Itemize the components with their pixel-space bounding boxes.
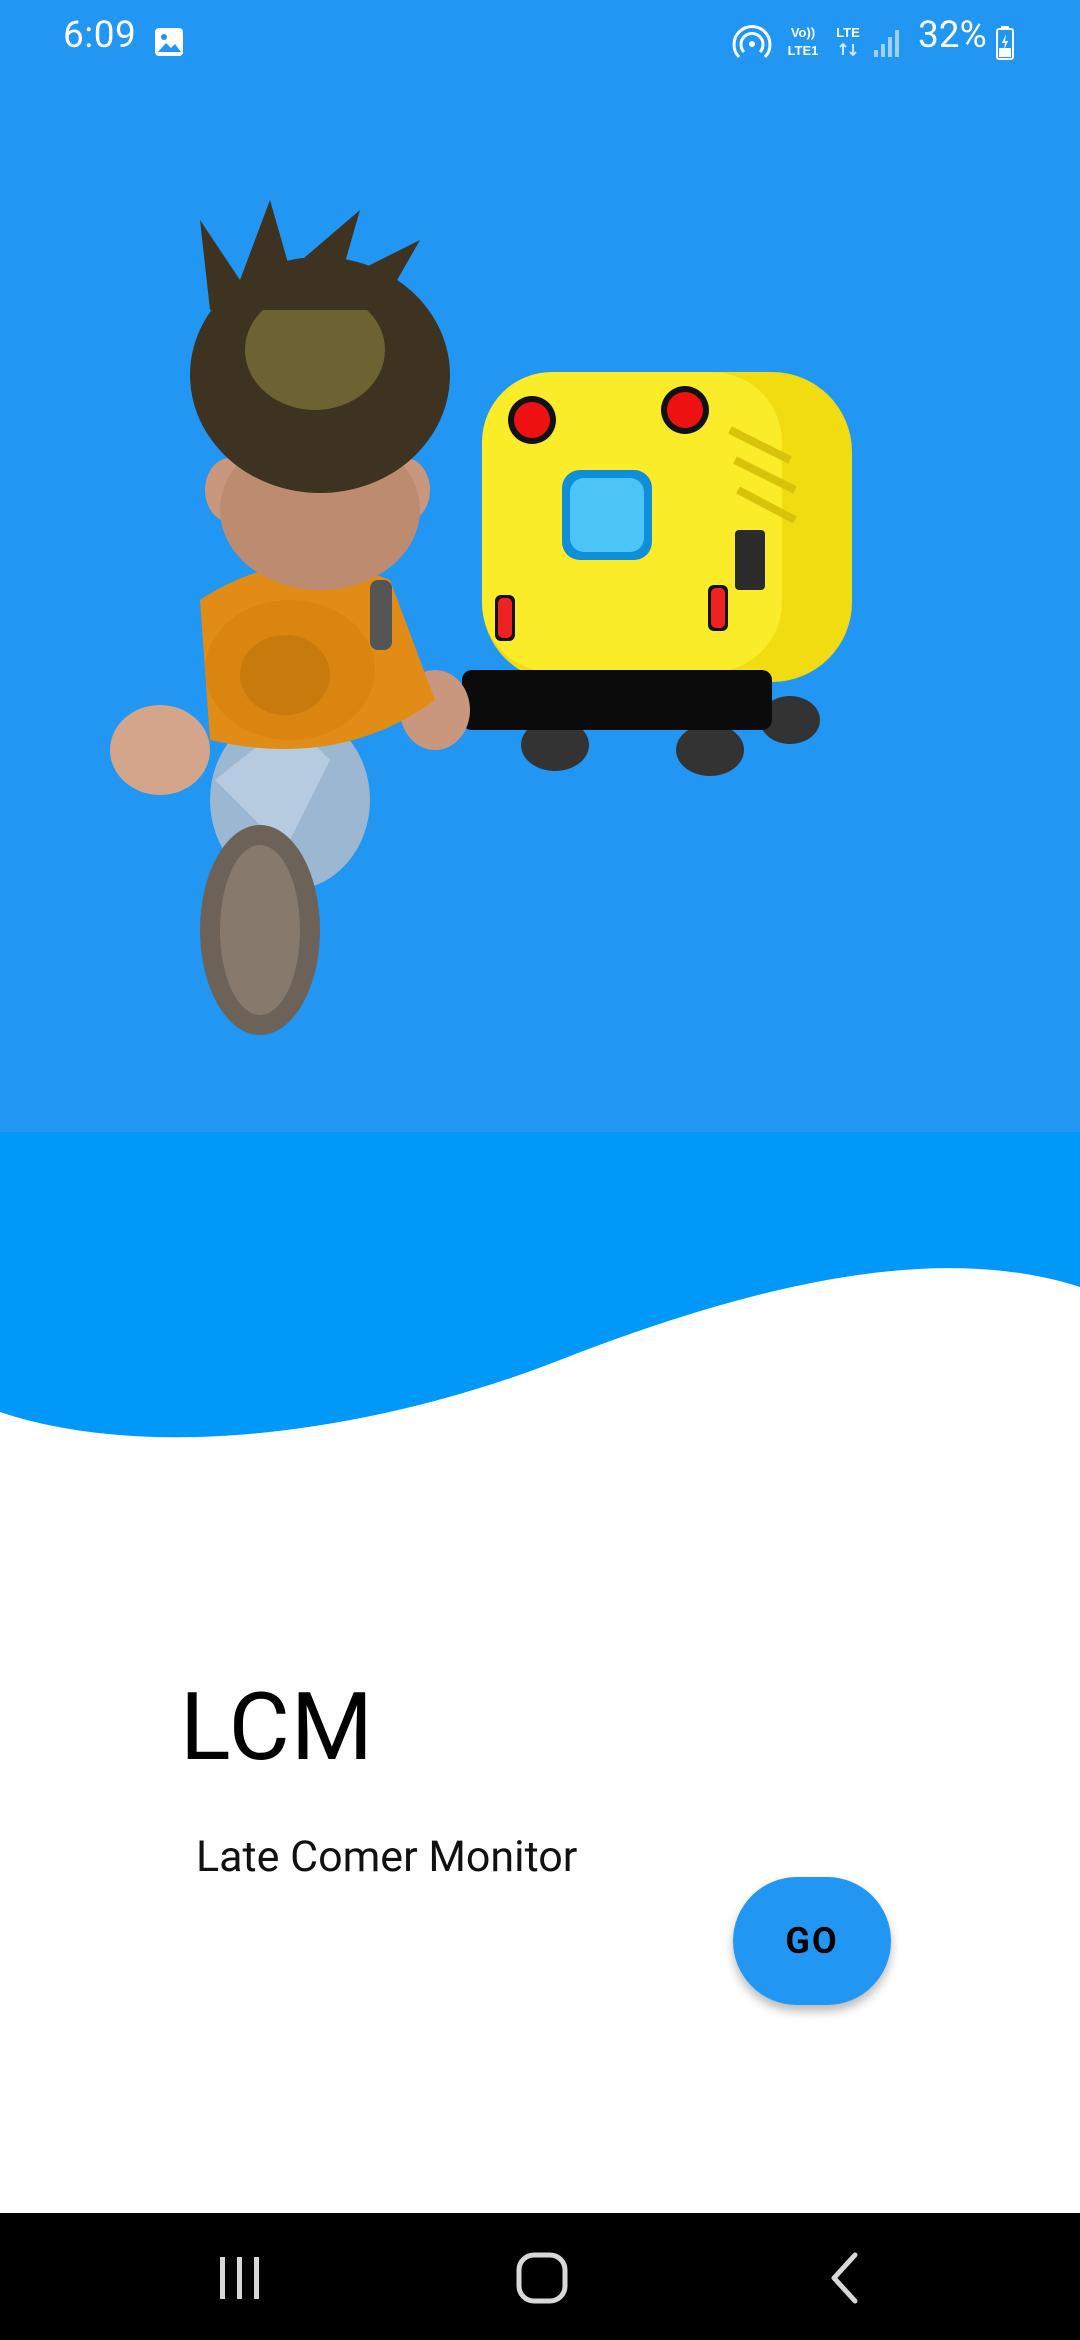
signal-icon <box>874 30 899 57</box>
app-title: LCM <box>180 1672 374 1782</box>
hotspot-icon <box>732 25 772 59</box>
navigation-bar <box>0 2213 1080 2340</box>
status-time: 6:09 <box>63 14 137 57</box>
volte-icon: Vo)) LTE1 <box>788 25 819 58</box>
recent-apps-icon[interactable] <box>205 2243 275 2313</box>
go-button[interactable]: GO <box>733 1877 891 2005</box>
wave-divider <box>0 1132 1080 1438</box>
lte-icon: LTE <box>836 25 860 57</box>
header-banner: 6:09 Vo)) LTE1 LTE 32% <box>0 0 1080 1133</box>
app-subtitle: Late Comer Monitor <box>196 1832 578 1882</box>
boy-running-to-bus-illustration <box>110 200 852 1035</box>
svg-text:LTE: LTE <box>836 25 860 40</box>
battery-percent: 32% <box>918 14 987 57</box>
back-icon[interactable] <box>810 2243 880 2313</box>
battery-icon <box>996 26 1014 60</box>
school-bus-icon <box>462 372 852 776</box>
gallery-icon <box>155 28 183 56</box>
status-bar: 6:09 Vo)) LTE1 LTE 32% <box>0 0 1080 80</box>
svg-text:LTE1: LTE1 <box>788 43 819 58</box>
home-icon[interactable] <box>507 2243 577 2313</box>
svg-text:Vo)): Vo)) <box>791 25 815 40</box>
boy-icon <box>110 200 470 1035</box>
